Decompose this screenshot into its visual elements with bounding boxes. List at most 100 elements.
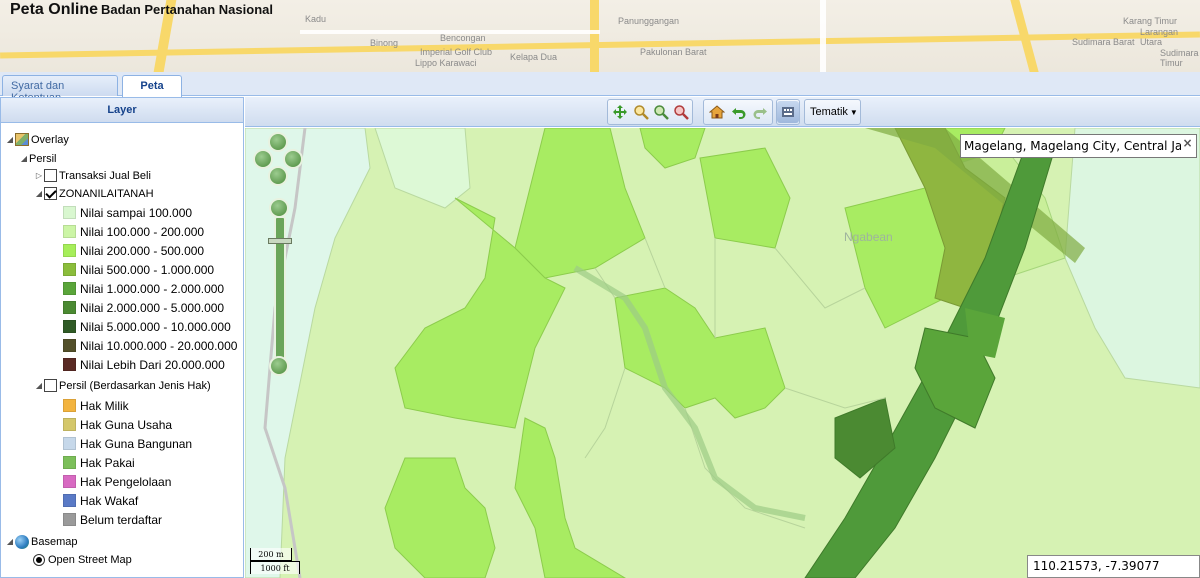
osm-radio[interactable] [33,553,45,566]
legend-item: Hak Guna Bangunan [63,434,192,453]
tree-node-basemap[interactable]: ◢ Basemap [5,532,77,551]
basemap-label: Larangan Utara [1140,27,1179,47]
zoom-clear-icon[interactable] [670,101,692,123]
expand-triangle-icon[interactable]: ◢ [34,381,44,390]
legend-swatch [63,475,76,488]
legend-item: Nilai sampai 100.000 [63,203,192,222]
tree-node-transaksi[interactable]: ▷ Transaksi Jual Beli [34,166,151,185]
app-header: Kadu Binong Bencongan Imperial Golf Club… [0,0,1200,72]
collapsed-triangle-icon[interactable]: ▷ [34,171,44,180]
tab-peta[interactable]: Peta [122,75,182,97]
legend-item: Hak Pakai [63,453,135,472]
tab-bar: Syarat dan Ketentuan Peta [0,72,1200,104]
basemap-label: Imperial Golf Club [420,47,493,57]
pan-left-icon[interactable] [253,149,273,169]
legend-swatch [63,244,76,257]
expand-triangle-icon[interactable]: ◢ [5,537,15,546]
zoom-in-icon[interactable] [269,198,289,218]
persil-hak-checkbox[interactable] [44,379,57,392]
persil-hak-label: Persil (Berdasarkan Jenis Hak) [59,379,211,392]
page-title: Peta Online Badan Pertanahan Nasional [10,1,273,19]
legend-label: Nilai 5.000.000 - 10.000.000 [80,319,231,334]
pan-right-icon[interactable] [283,149,303,169]
legend-item: Nilai 5.000.000 - 10.000.000 [63,317,231,336]
zoom-out-box-icon[interactable] [650,101,672,123]
basemap-label: Binong [370,38,399,48]
legend-swatch [63,320,76,333]
pan-down-icon[interactable] [268,166,288,186]
legend-swatch [63,418,76,431]
tematik-menu-button[interactable]: Tematik ▼ [804,99,861,125]
close-icon[interactable]: × [1181,137,1194,150]
undo-icon[interactable] [728,101,750,123]
scale-imperial: 1000 ft [250,561,300,574]
search-input[interactable] [961,135,1181,157]
legend-swatch [63,513,76,526]
legend-swatch [63,206,76,219]
legend-item: Nilai 200.000 - 500.000 [63,241,204,260]
map-view[interactable]: Ngabean × 200 m 1000 ft 110.21573, -7.39… [245,128,1200,578]
agency-name: Badan Pertanahan Nasional [101,2,273,17]
zona-label: ZONANILAITANAH [59,187,154,200]
legend-label: Hak Wakaf [80,493,139,508]
legend-label: Nilai 2.000.000 - 5.000.000 [80,300,225,315]
legend-label: Nilai 500.000 - 1.000.000 [80,262,215,277]
pan-icon[interactable] [609,101,631,123]
globe-icon [15,534,29,549]
tree-node-zona[interactable]: ◢ ZONANILAITANAH [34,184,154,203]
map-road [590,0,599,72]
overlay-label: Overlay [31,133,69,146]
legend-label: Hak Pengelolaan [80,474,172,489]
legend-swatch [63,263,76,276]
zona-checkbox[interactable] [44,187,57,200]
scale-metric: 200 m [250,548,292,561]
chevron-down-icon: ▼ [849,108,858,117]
pan-up-icon[interactable] [268,132,288,152]
legend-label: Nilai 10.000.000 - 20.000.000 [80,338,238,353]
zoom-slider-handle[interactable] [268,238,292,244]
zoom-in-box-icon[interactable] [630,101,652,123]
legend-item: Nilai Lebih Dari 20.000.000 [63,355,225,374]
basemap-label: Pakulonan Barat [640,47,707,57]
legend-swatch [63,456,76,469]
redo-icon[interactable] [749,101,771,123]
app-name: Peta Online [10,1,99,18]
basemap-label: Kadu [305,14,327,24]
location-search[interactable]: × [960,134,1197,158]
coordinate-readout: 110.21573, -7.39077 [1027,555,1200,578]
legend-swatch [63,339,76,352]
legend-swatch [63,225,76,238]
legend-label: Hak Pakai [80,455,135,470]
transaksi-checkbox[interactable] [44,169,57,182]
basemap-label: Kelapa Dua [510,52,558,62]
zoom-out-icon[interactable] [269,356,289,376]
layer-panel-title: Layer [1,98,243,123]
legend-label: Hak Guna Usaha [80,417,173,432]
tree-node-overlay[interactable]: ◢ Overlay [5,130,69,149]
expand-triangle-icon[interactable]: ◢ [34,189,44,198]
basemap-label: Lippo Karawaci [415,58,477,68]
legend-item: Nilai 2.000.000 - 5.000.000 [63,298,224,317]
expand-triangle-icon[interactable]: ◢ [19,154,29,163]
legend-label: Nilai sampai 100.000 [80,205,193,220]
home-icon[interactable] [706,101,728,123]
legend-swatch [63,301,76,314]
legend-item: Hak Milik [63,396,129,415]
legend-item: Nilai 500.000 - 1.000.000 [63,260,214,279]
legend-item: Belum terdaftar [63,510,162,529]
legend-label: Nilai 100.000 - 200.000 [80,224,205,239]
legend-label: Nilai 1.000.000 - 2.000.000 [80,281,225,296]
legend-item: Hak Guna Usaha [63,415,172,434]
tree-node-persil-hak[interactable]: ◢ Persil (Berdasarkan Jenis Hak) [34,376,211,395]
legend-label: Hak Milik [80,398,129,413]
legend-label: Belum terdaftar [80,512,163,527]
legend-item: Hak Pengelolaan [63,472,171,491]
measure-icon[interactable] [777,101,799,123]
expand-triangle-icon[interactable]: ◢ [5,135,15,144]
tab-syarat[interactable]: Syarat dan Ketentuan [2,75,118,104]
tree-node-osm[interactable]: Open Street Map [33,550,132,569]
osm-label: Open Street Map [48,553,132,566]
legend-swatch [63,437,76,450]
tematik-label: Tematik [810,106,848,118]
legend-item: Nilai 10.000.000 - 20.000.000 [63,336,237,355]
